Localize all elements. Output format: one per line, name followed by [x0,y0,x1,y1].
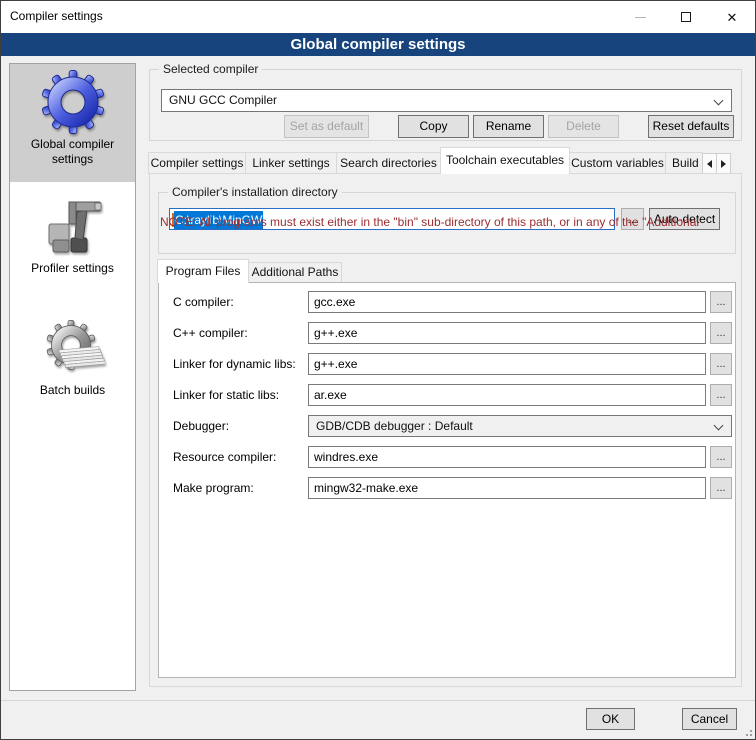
bin-subdirectory-note: NOTE: All programs must exist either in … [160,215,722,229]
cancel-button[interactable]: Cancel [682,708,737,730]
make-program-row: Make program: ... [159,477,735,499]
sidebar-item-label: Batch builds [17,383,129,398]
c-compiler-browse-button[interactable]: ... [710,291,732,313]
arrow-right-icon [721,160,726,168]
titlebar: Compiler settings ✕ [1,1,755,33]
cpp-compiler-label: C++ compiler: [173,322,248,344]
sidebar-item-profiler-settings[interactable]: Profiler settings [10,188,135,276]
static-linker-row: Linker for static libs: ... [159,384,735,406]
static-linker-input[interactable] [308,384,706,406]
resize-grip[interactable] [742,726,752,736]
chevron-down-icon [714,96,724,106]
c-compiler-label: C compiler: [173,291,234,313]
c-compiler-input[interactable] [308,291,706,313]
debugger-row: Debugger: GDB/CDB debugger : Default [159,415,735,437]
debugger-label: Debugger: [173,415,229,437]
installation-directory-legend: Compiler's installation directory [168,185,342,199]
dynamic-linker-input[interactable] [308,353,706,375]
dialog-banner-title: Global compiler settings [290,36,465,53]
sidebar-item-batch-builds[interactable]: Batch builds [10,310,135,398]
tab-toolchain-executables[interactable]: Toolchain executables [440,147,570,174]
tab-build-options[interactable]: Build options [665,152,703,174]
settings-sidebar: Global compiler settings Profiler settin… [9,63,136,691]
gray-gear-stack-icon [41,316,105,380]
toolchain-executables-page: Compiler's installation directory C:\ray… [149,173,742,687]
footer-divider [1,700,755,701]
make-program-input[interactable] [308,477,706,499]
resource-compiler-label: Resource compiler: [173,446,276,468]
sidebar-item-label: Global compiler settings [17,137,129,167]
rename-button[interactable]: Rename [473,115,544,138]
dynamic-linker-row: Linker for dynamic libs: ... [159,353,735,375]
titlebar-buttons: ✕ [617,1,755,33]
cpp-compiler-input[interactable] [308,322,706,344]
close-button[interactable]: ✕ [709,1,755,33]
close-icon: ✕ [727,11,738,24]
dialog-banner: Global compiler settings [1,33,755,56]
static-linker-label: Linker for static libs: [173,384,279,406]
minimize-icon [635,17,646,18]
reset-defaults-button[interactable]: Reset defaults [648,115,734,138]
make-program-label: Make program: [173,477,254,499]
program-files-page: C compiler: ... C++ compiler: ... Linker… [158,282,736,678]
selected-compiler-legend: Selected compiler [159,62,262,76]
selected-compiler-select[interactable]: GNU GCC Compiler [161,89,732,112]
delete-button[interactable]: Delete [548,115,619,138]
debugger-value: GDB/CDB debugger : Default [316,416,473,436]
make-program-browse-button[interactable]: ... [710,477,732,499]
resource-compiler-row: Resource compiler: ... [159,446,735,468]
c-compiler-row: C compiler: ... [159,291,735,313]
sidebar-item-label: Profiler settings [17,261,129,276]
paths-tabbar: Program Files Additional Paths [158,259,342,283]
cpp-compiler-browse-button[interactable]: ... [710,322,732,344]
selected-compiler-value: GNU GCC Compiler [169,90,277,111]
settings-tabbar: Compiler settings Linker settings Search… [149,147,731,174]
dynamic-linker-label: Linker for dynamic libs: [173,353,296,375]
dynamic-linker-browse-button[interactable]: ... [710,353,732,375]
static-linker-browse-button[interactable]: ... [710,384,732,406]
caliper-icon [41,194,105,258]
tab-linker-settings[interactable]: Linker settings [245,152,337,174]
window-title: Compiler settings [10,1,103,32]
minimize-button[interactable] [617,1,663,33]
cpp-compiler-row: C++ compiler: ... [159,322,735,344]
tab-compiler-settings[interactable]: Compiler settings [148,152,246,174]
resource-compiler-browse-button[interactable]: ... [710,446,732,468]
maximize-button[interactable] [663,1,709,33]
ok-button[interactable]: OK [586,708,635,730]
debugger-select[interactable]: GDB/CDB debugger : Default [308,415,732,437]
sidebar-item-global-compiler-settings[interactable]: Global compiler settings [10,64,135,182]
copy-button[interactable]: Copy [398,115,469,138]
blue-gear-icon [41,70,105,134]
chevron-down-icon [714,421,724,431]
tab-program-files[interactable]: Program Files [157,259,249,283]
tab-custom-variables[interactable]: Custom variables [569,152,666,174]
tab-additional-paths[interactable]: Additional Paths [248,262,342,283]
tab-scroll-left-button[interactable] [702,153,717,174]
tab-scroll-right-button[interactable] [716,153,731,174]
compiler-settings-window: Compiler settings ✕ Global compiler sett… [0,0,756,740]
maximize-icon [681,12,691,22]
set-as-default-button[interactable]: Set as default [284,115,369,138]
arrow-left-icon [707,160,712,168]
resource-compiler-input[interactable] [308,446,706,468]
tab-search-directories[interactable]: Search directories [336,152,441,174]
